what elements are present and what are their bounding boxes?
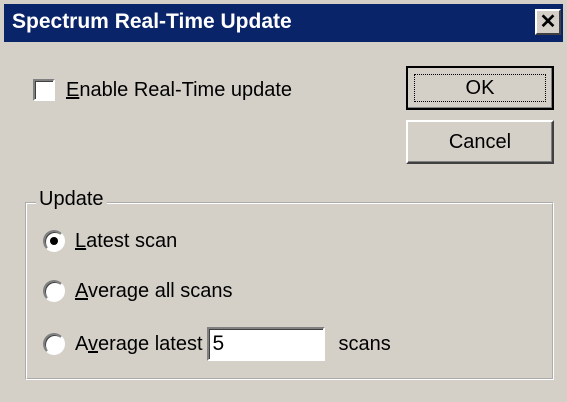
radio-average-latest[interactable]	[43, 333, 65, 355]
radio-row-latest-scan[interactable]: Latest scan	[43, 227, 177, 255]
close-glyph: ✕	[539, 11, 557, 33]
update-group-legend: Update	[36, 188, 107, 211]
latest-scan-label-rest: atest scan	[86, 229, 178, 252]
radio-latest-scan[interactable]	[43, 230, 65, 252]
radio-row-average-all[interactable]: Average all scans	[43, 277, 233, 305]
title-bar[interactable]: Spectrum Real-Time Update ✕	[4, 4, 563, 42]
spectrum-update-dialog: Spectrum Real-Time Update ✕ Enable Real-…	[0, 0, 567, 402]
radio-average-all[interactable]	[43, 280, 65, 302]
radio-latest-scan-label[interactable]: Latest scan	[75, 230, 177, 253]
latest-scan-count-input[interactable]	[206, 327, 325, 361]
cancel-button-label: Cancel	[448, 130, 512, 153]
radio-selected-dot	[50, 237, 58, 245]
ok-button[interactable]: OK	[406, 66, 554, 110]
window-title: Spectrum Real-Time Update	[12, 10, 292, 33]
average-latest-label-key: v	[87, 332, 98, 355]
enable-realtime-label-key: E	[66, 78, 80, 101]
enable-realtime-label[interactable]: Enable Real-Time update	[66, 79, 292, 102]
latest-scan-label-key: L	[75, 229, 87, 252]
ok-button-focus-rect	[414, 74, 546, 102]
enable-realtime-label-rest: nable Real-Time update	[79, 78, 293, 101]
enable-realtime-row[interactable]: Enable Real-Time update	[33, 76, 292, 104]
radio-average-latest-label[interactable]: Average latest	[75, 333, 203, 356]
enable-realtime-checkbox[interactable]	[33, 79, 55, 101]
cancel-button[interactable]: Cancel	[406, 120, 554, 164]
average-latest-label-rest: erage latest	[97, 332, 203, 355]
radio-row-average-latest[interactable]: Average latest scans	[43, 327, 391, 361]
average-latest-label-prefix: A	[75, 332, 88, 355]
radio-average-all-label[interactable]: Average all scans	[75, 280, 233, 303]
close-icon[interactable]: ✕	[535, 9, 561, 35]
scans-suffix-label: scans	[338, 332, 391, 355]
average-all-label-key: A	[75, 279, 88, 302]
average-all-label-rest: verage all scans	[87, 279, 233, 302]
